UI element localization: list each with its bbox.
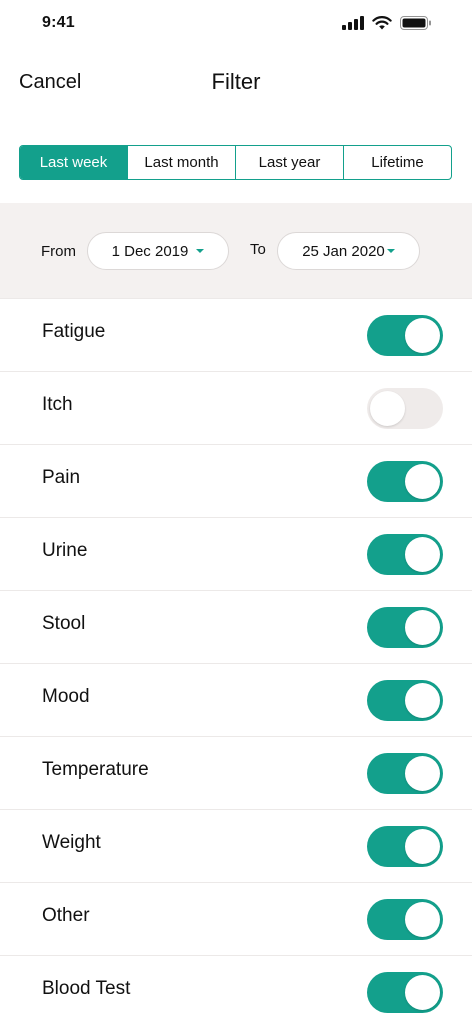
chevron-down-icon [196,249,205,253]
from-label: From [41,243,76,260]
fatigue-toggle[interactable] [367,315,443,356]
filter-label: Urine [42,540,88,561]
from-date-value: 1 Dec 2019 [111,242,189,260]
filter-row-temperature: Temperature [0,736,472,809]
navigation-bar: Cancel Filter [0,60,472,104]
cellular-signal-icon [342,16,364,30]
toggle-knob [405,756,440,791]
to-date-value: 25 Jan 2020 [302,242,385,260]
wifi-icon [372,16,392,30]
filter-label: Other [42,905,90,926]
toggle-knob [405,537,440,572]
battery-icon [400,16,431,30]
to-date-picker[interactable]: 25 Jan 2020 [277,232,420,270]
filter-row-urine: Urine [0,517,472,590]
filter-label: Itch [42,394,73,415]
filter-label: Fatigue [42,321,106,342]
status-icons [342,16,432,30]
mood-toggle[interactable] [367,680,443,721]
weight-toggle[interactable] [367,826,443,867]
urine-toggle[interactable] [367,534,443,575]
toggle-knob [405,975,440,1010]
tab-last-year[interactable]: Last year [236,146,344,179]
status-bar: 9:41 [0,0,472,48]
filter-label: Mood [42,686,90,707]
filter-row-pain: Pain [0,444,472,517]
other-toggle[interactable] [367,899,443,940]
filter-row-fatigue: Fatigue [0,298,472,371]
filter-label: Temperature [42,759,149,780]
to-label: To [250,241,266,258]
range-segmented-control: Last week Last month Last year Lifetime [19,145,452,180]
filter-label: Pain [42,467,81,488]
itch-toggle[interactable] [367,388,443,429]
filter-row-weight: Weight [0,809,472,882]
toggle-knob [405,902,440,937]
filter-row-blood-test: Blood Test [0,955,472,1028]
toggle-knob [405,464,440,499]
filter-list: Fatigue Itch Pain Urine Stool Mood Tempe… [0,298,472,1028]
filter-label: Blood Test [42,978,131,999]
filter-row-mood: Mood [0,663,472,736]
date-range-section: From 1 Dec 2019 To 25 Jan 2020 [0,203,472,298]
stool-toggle[interactable] [367,607,443,648]
blood-test-toggle[interactable] [367,972,443,1013]
tab-last-week[interactable]: Last week [20,146,128,179]
toggle-knob [405,683,440,718]
chevron-down-icon [386,249,395,253]
temperature-toggle[interactable] [367,753,443,794]
toggle-knob [405,318,440,353]
toggle-knob [370,391,405,426]
pain-toggle[interactable] [367,461,443,502]
filter-label: Weight [42,832,101,853]
filter-row-other: Other [0,882,472,955]
page-title: Filter [211,69,261,94]
status-time: 9:41 [42,14,75,31]
tab-lifetime[interactable]: Lifetime [344,146,451,179]
from-date-picker[interactable]: 1 Dec 2019 [87,232,229,270]
filter-label: Stool [42,613,86,634]
filter-row-stool: Stool [0,590,472,663]
toggle-knob [405,829,440,864]
toggle-knob [405,610,440,645]
filter-row-itch: Itch [0,371,472,444]
tab-last-month[interactable]: Last month [128,146,236,179]
